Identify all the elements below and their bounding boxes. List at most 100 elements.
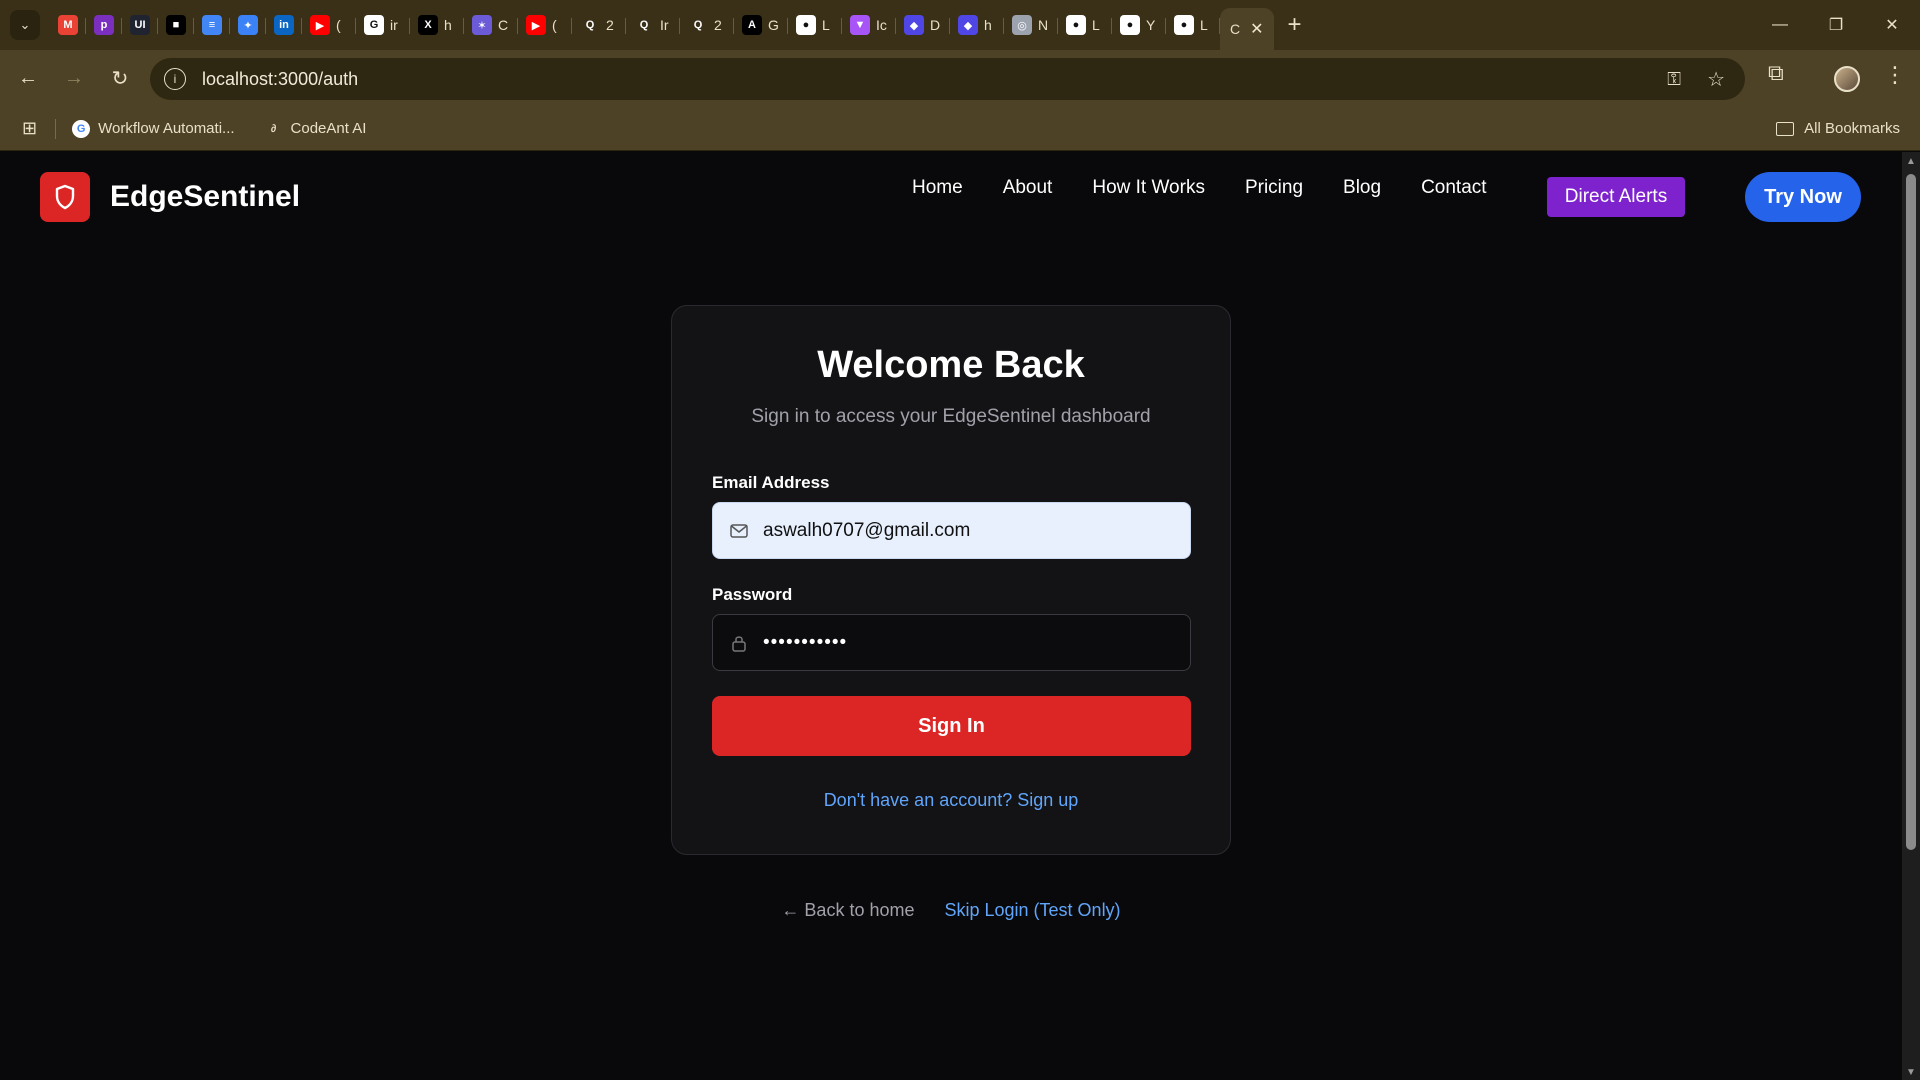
browser-tab[interactable]: ◎ N [1004,7,1058,43]
password-field[interactable] [712,614,1191,671]
github-icon: ● [1174,15,1194,35]
codeant-icon: ◆ [958,15,978,35]
browser-tab[interactable]: Xh [410,7,464,43]
browser-tab[interactable]: Gir [356,7,410,43]
browser-menu-icon[interactable]: ⋮ [1884,62,1906,88]
close-window-button[interactable]: ✕ [1864,0,1920,50]
github-icon: ● [1066,15,1086,35]
browser-tab[interactable]: Q2 [572,7,626,43]
tab-search-button[interactable]: ⌄ [10,10,40,40]
all-bookmarks-button[interactable]: All Bookmarks [1776,120,1900,137]
skip-login-link[interactable]: Skip Login (Test Only) [944,900,1120,921]
browser-tab[interactable]: ▼ Ic [842,7,896,43]
browser-tab[interactable]: ▶( [302,7,356,43]
back-to-home-link[interactable]: ← Back to home [781,900,914,921]
search-app-icon: Q [580,15,600,35]
nav-contact[interactable]: Contact [1421,177,1486,199]
tab-active-label: C [1230,21,1241,37]
email-field[interactable] [712,502,1191,559]
codeant-icon: ◆ [904,15,924,35]
brand[interactable]: EdgeSentinel [40,172,300,222]
browser-tab[interactable]: p [86,7,122,43]
scrollbar-thumb[interactable] [1906,174,1916,850]
browser-tab[interactable]: Q2 [680,7,734,43]
browser-tab[interactable]: ● L [1166,7,1220,43]
auth-footer-links: ← Back to home Skip Login (Test Only) [0,900,1902,921]
browser-tab[interactable]: ◆ h [950,7,1004,43]
browser-tab[interactable]: AG [734,7,788,43]
scroll-down-icon[interactable]: ▼ [1906,1067,1916,1078]
folder-icon [1776,121,1795,136]
password-input[interactable] [763,631,1183,654]
sign-up-link[interactable]: Don't have an account? Sign up [672,790,1230,811]
email-label: Email Address [712,473,830,492]
site-info-icon[interactable]: i [164,68,186,90]
minimize-button[interactable]: — [1752,0,1808,50]
browser-tab[interactable]: M [50,7,86,43]
square-app-icon: ■ [166,15,186,35]
nav-home[interactable]: Home [912,177,963,199]
scroll-up-icon[interactable]: ▲ [1906,156,1916,167]
page-scrollbar[interactable]: ▲ ▼ [1902,152,1920,1080]
tab-label: G [768,17,779,33]
browser-tab[interactable]: in [266,7,302,43]
tab-label: 2 [714,17,722,33]
tab-label: ir [390,17,398,33]
google-icon: G [364,15,384,35]
sign-in-button[interactable]: Sign In [712,696,1191,756]
a-app-icon: A [742,15,762,35]
all-bookmarks-label: All Bookmarks [1804,120,1900,137]
bookmark-workflow[interactable]: G Workflow Automati... [72,119,235,138]
browser-tab[interactable]: ■ [158,7,194,43]
email-input[interactable] [763,519,1183,542]
bookmark-codeant[interactable]: ∂ CodeAnt AI [265,120,367,138]
tab-label: ( [336,17,341,33]
browser-tab[interactable]: ● L [1058,7,1112,43]
tab-active[interactable]: C ✕ [1220,8,1274,50]
search-app-icon: Q [634,15,654,35]
tab-label: C [498,17,509,33]
browser-tab[interactable]: Q Ir [626,7,680,43]
address-bar-url[interactable]: localhost:3000/auth [202,69,358,90]
google-icon: G [72,119,91,138]
x-icon: X [418,15,438,35]
profile-avatar[interactable] [1834,66,1860,92]
docs-icon: ≡ [202,15,222,35]
address-bar[interactable]: i localhost:3000/auth ⚿ ☆ [150,58,1745,100]
forward-arrow-icon[interactable]: → [54,59,94,99]
tab-label: ( [552,17,557,33]
vite-icon: ▼ [850,15,870,35]
nav-pricing[interactable]: Pricing [1245,177,1303,199]
browser-tab[interactable]: ● L [788,7,842,43]
browser-tab[interactable]: ● Y [1112,7,1166,43]
apps-grid-icon[interactable]: ⊞ [22,118,37,139]
browser-tab[interactable]: UI [122,7,158,43]
linkedin-icon: in [274,15,294,35]
extensions-icon[interactable]: ⧉ [1768,60,1784,86]
nav-blog[interactable]: Blog [1343,177,1381,199]
back-arrow-icon[interactable]: ← [8,59,48,99]
restore-button[interactable]: ❐ [1808,0,1864,50]
new-tab-button[interactable]: + [1288,11,1302,39]
tab-label: h [984,17,992,33]
bookmark-star-icon[interactable]: ☆ [1707,67,1725,92]
browser-tab[interactable]: ◆ D [896,7,950,43]
gmail-icon: M [58,15,78,35]
try-now-button[interactable]: Try Now [1745,172,1861,222]
github-icon: ● [1120,15,1140,35]
nav-how-it-works[interactable]: How It Works [1092,177,1205,199]
tab-label: h [444,17,452,33]
p-app-icon: p [94,15,114,35]
reload-icon[interactable]: ↻ [100,59,140,99]
nav-about[interactable]: About [1003,177,1053,199]
browser-tab[interactable]: ✶ C [464,7,518,43]
direct-alerts-button[interactable]: Direct Alerts [1547,177,1685,217]
browser-tab[interactable]: ▶( [518,7,572,43]
browser-tab[interactable]: ✦ [230,7,266,43]
brand-name: EdgeSentinel [110,180,301,213]
browser-tab[interactable]: ≡ [194,7,230,43]
tab-close-icon[interactable]: ✕ [1250,19,1263,39]
password-key-icon[interactable]: ⚿ [1667,69,1681,90]
bookmarks-bar: ⊞ G Workflow Automati... ∂ CodeAnt AI Al… [0,107,1920,151]
youtube-icon: ▶ [526,15,546,35]
